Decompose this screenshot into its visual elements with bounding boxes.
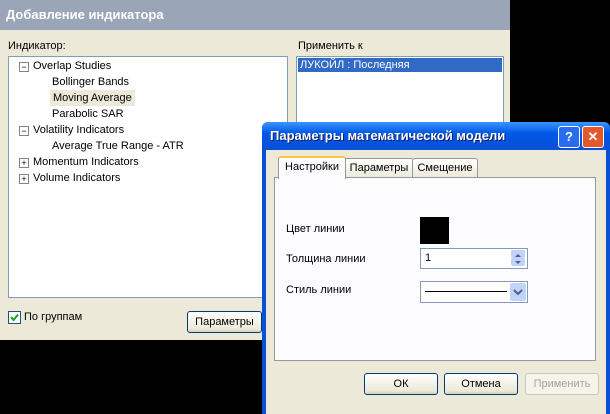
help-button[interactable]: ? <box>558 126 580 148</box>
spin-up-icon[interactable] <box>511 250 525 258</box>
expand-icon[interactable]: + <box>19 174 29 184</box>
chevron-down-icon[interactable] <box>510 283 526 301</box>
dialog-title: Параметры математической модели <box>270 128 506 143</box>
title-bar[interactable]: Добавление индикатора <box>0 0 510 30</box>
ok-button[interactable]: ОК <box>364 373 438 395</box>
apply-to-label: Применить к <box>298 40 363 52</box>
settings-panel: Цвет линии Толщина линии 1 Стиль линии <box>274 177 596 361</box>
parameters-button[interactable]: Параметры <box>187 311 262 333</box>
apply-button[interactable]: Применить <box>525 373 599 395</box>
close-button[interactable]: ✕ <box>582 126 604 148</box>
window-title: Добавление индикатора <box>6 7 164 22</box>
line-width-stepper[interactable]: 1 <box>420 248 528 269</box>
cancel-button[interactable]: Отмена <box>444 373 518 395</box>
tree-item-volume-indicators[interactable]: Volume Indicators <box>33 170 120 186</box>
indicator-tree[interactable]: − Overlap Studies Bollinger Bands Moving… <box>8 56 288 298</box>
tree-item-parabolic-sar[interactable]: Parabolic SAR <box>52 106 124 122</box>
line-style-label: Стиль линии <box>286 284 352 296</box>
line-style-select[interactable] <box>420 281 528 303</box>
indicator-label: Индикатор: <box>8 40 66 52</box>
list-item-lukoil[interactable]: ЛУКОЙЛ : Последняя <box>298 58 502 72</box>
line-width-value[interactable]: 1 <box>425 252 431 264</box>
tree-item-bollinger-bands[interactable]: Bollinger Bands <box>52 74 129 90</box>
line-color-swatch[interactable] <box>420 217 449 244</box>
tab-settings[interactable]: Настройки <box>278 156 346 179</box>
dialog-client: Настройки Параметры Смещение Цвет линии … <box>266 150 606 414</box>
tree-item-overlap-studies[interactable]: Overlap Studies <box>33 58 111 74</box>
tree-item-volatility-indicators[interactable]: Volatility Indicators <box>33 122 124 138</box>
collapse-icon[interactable]: − <box>19 126 29 136</box>
line-color-label: Цвет линии <box>286 223 345 235</box>
group-checkbox[interactable] <box>8 311 21 324</box>
spin-down-icon[interactable] <box>511 258 525 266</box>
line-width-label: Толщина линии <box>286 253 366 265</box>
solid-line-icon <box>425 291 507 292</box>
tab-parameters[interactable]: Параметры <box>344 158 414 178</box>
tree-item-atr[interactable]: Average True Range - ATR <box>52 138 184 154</box>
expand-icon[interactable]: + <box>19 158 29 168</box>
tree-item-momentum-indicators[interactable]: Momentum Indicators <box>33 154 139 170</box>
tab-offset[interactable]: Смещение <box>412 158 478 178</box>
tree-item-moving-average[interactable]: Moving Average <box>50 90 135 106</box>
collapse-icon[interactable]: − <box>19 62 29 72</box>
math-model-dialog: Параметры математической модели ? ✕ Наст… <box>262 122 610 414</box>
group-checkbox-label[interactable]: По группам <box>24 311 82 323</box>
checkmark-icon <box>10 313 19 322</box>
